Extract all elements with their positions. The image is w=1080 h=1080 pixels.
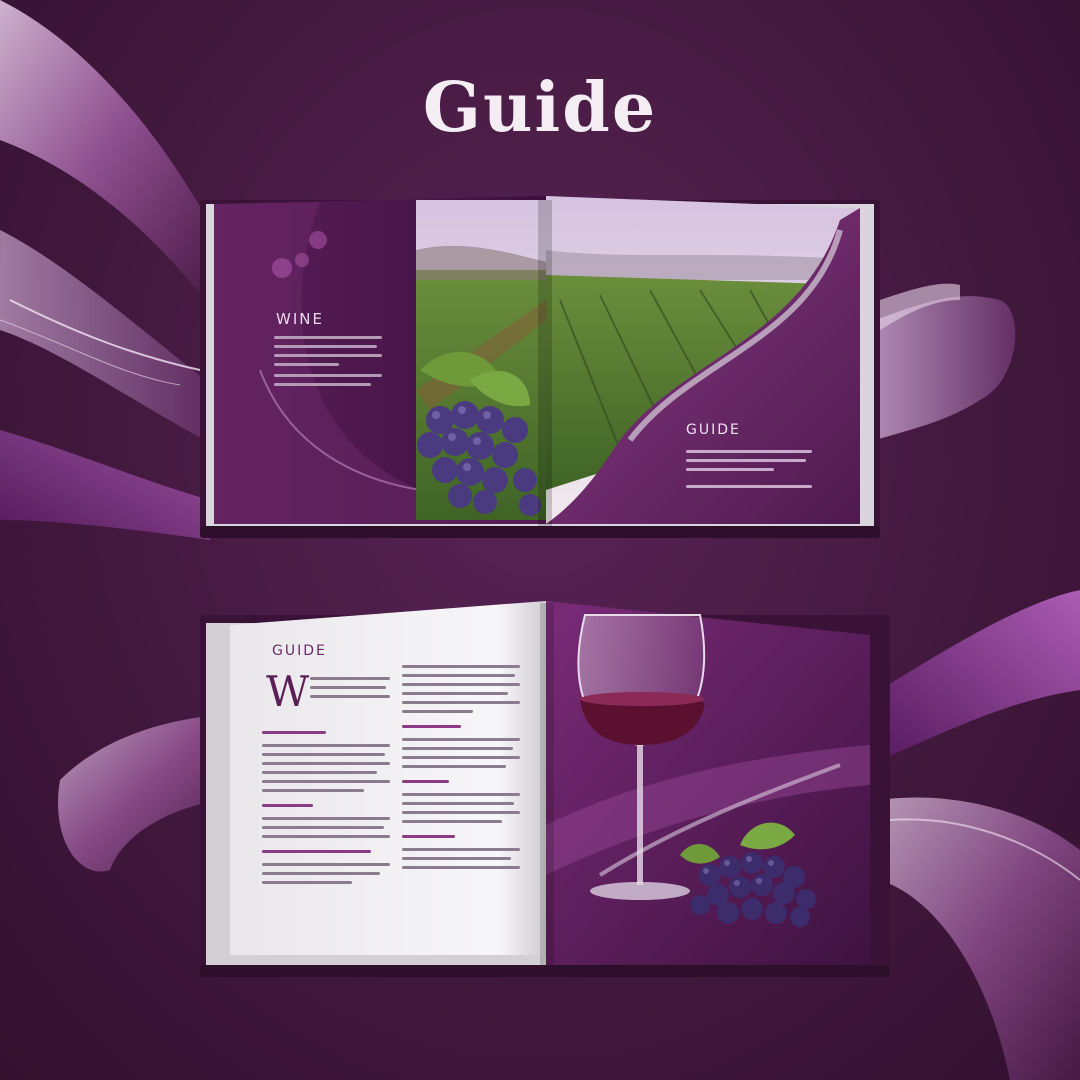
wine-text-lines	[274, 336, 382, 392]
column-1-body	[262, 731, 390, 890]
guide-text-lines-top	[686, 450, 812, 494]
guide-label-top: GUIDE	[686, 422, 741, 438]
column-2-body	[402, 665, 520, 875]
page-title: Guide	[422, 68, 658, 148]
wine-label: WINE	[276, 310, 324, 328]
dropcap: W	[266, 667, 310, 716]
column-1-text	[310, 677, 390, 704]
book-bottom: GUIDE W	[200, 595, 890, 985]
book-top: WINE GUIDE	[200, 190, 880, 540]
guide-label-bottom: GUIDE	[272, 643, 327, 659]
